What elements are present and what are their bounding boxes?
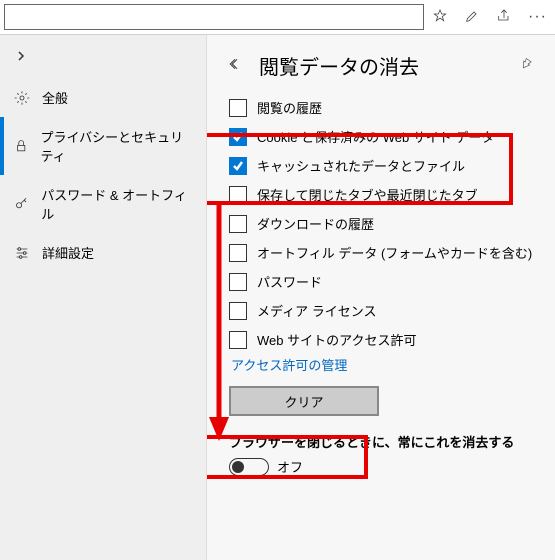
sidebar-item-general[interactable]: 全般 [0, 78, 206, 117]
clear-data-panel: 閲覧データの消去 閲覧の履歴 Cookie と保存済みの Web サイト データ… [207, 35, 555, 560]
sidebar-item-label: プライバシーとセキュリティ [40, 127, 192, 165]
checkbox-label: 閲覧の履歴 [257, 98, 322, 117]
sidebar-item-passwords[interactable]: パスワード & オートフィル [0, 175, 206, 233]
checkbox-row-cache: キャッシュされたデータとファイル [229, 156, 533, 175]
checkbox[interactable] [229, 302, 247, 320]
clear-button[interactable]: クリア [229, 386, 379, 416]
checkbox-row-cookies: Cookie と保存済みの Web サイト データ [229, 127, 533, 146]
checkbox[interactable] [229, 215, 247, 233]
checkbox[interactable] [229, 331, 247, 349]
checkbox[interactable] [229, 99, 247, 117]
always-clear-label: ブラウザーを閉じるときに、常にこれを消去する [229, 432, 533, 451]
manage-permissions-link[interactable]: アクセス許可の管理 [231, 355, 533, 374]
clear-button-label: クリア [284, 392, 323, 411]
checkbox[interactable] [229, 273, 247, 291]
checkbox-label: 保存して閉じたタブや最近閉じたタブ [257, 185, 478, 204]
expand-arrow[interactable] [0, 35, 206, 78]
browser-toolbar: ··· [0, 0, 555, 35]
always-clear-toggle[interactable] [229, 458, 269, 476]
checkbox[interactable] [229, 244, 247, 262]
checkbox-label: キャッシュされたデータとファイル [257, 156, 465, 175]
gear-icon [14, 90, 30, 106]
checkbox-label: オートフィル データ (フォームやカードを含む) [257, 243, 532, 262]
more-icon[interactable]: ··· [528, 8, 547, 26]
back-button[interactable] [229, 56, 245, 75]
panel-title: 閲覧データの消去 [259, 51, 519, 80]
checkbox-label: Cookie と保存済みの Web サイト データ [257, 127, 494, 146]
checkbox-row-autofill: オートフィル データ (フォームやカードを含む) [229, 243, 533, 262]
checkbox-list: 閲覧の履歴 Cookie と保存済みの Web サイト データ キャッシュされた… [229, 98, 533, 349]
checkbox-label: Web サイトのアクセス許可 [257, 330, 416, 349]
sidebar-item-privacy[interactable]: プライバシーとセキュリティ [0, 117, 206, 175]
toggle-off-label: オフ [277, 457, 303, 476]
pin-icon[interactable] [519, 57, 533, 74]
sidebar-item-advanced[interactable]: 詳細設定 [0, 233, 206, 272]
key-icon [14, 196, 29, 212]
checkbox-row-history: 閲覧の履歴 [229, 98, 533, 117]
sidebar-item-label: 詳細設定 [42, 243, 94, 262]
checkbox-label: メディア ライセンス [257, 301, 376, 320]
checkbox-row-downloads: ダウンロードの履歴 [229, 214, 533, 233]
checkbox-label: パスワード [257, 272, 322, 291]
favorites-icon[interactable] [432, 8, 448, 27]
checkbox[interactable] [229, 128, 247, 146]
sliders-icon [14, 245, 30, 261]
checkbox-row-passwords: パスワード [229, 272, 533, 291]
share-icon[interactable] [496, 8, 512, 27]
settings-sidebar: 全般 プライバシーとセキュリティ パスワード & オートフィル 詳細設定 [0, 35, 207, 560]
lock-icon [14, 138, 28, 154]
inking-icon[interactable] [464, 8, 480, 27]
address-bar[interactable] [4, 4, 424, 30]
checkbox[interactable] [229, 186, 247, 204]
checkbox-row-tabs: 保存して閉じたタブや最近閉じたタブ [229, 185, 533, 204]
checkbox[interactable] [229, 157, 247, 175]
sidebar-item-label: パスワード & オートフィル [41, 185, 192, 223]
checkbox-label: ダウンロードの履歴 [257, 214, 374, 233]
checkbox-row-permissions: Web サイトのアクセス許可 [229, 330, 533, 349]
checkbox-row-media: メディア ライセンス [229, 301, 533, 320]
sidebar-item-label: 全般 [42, 88, 68, 107]
